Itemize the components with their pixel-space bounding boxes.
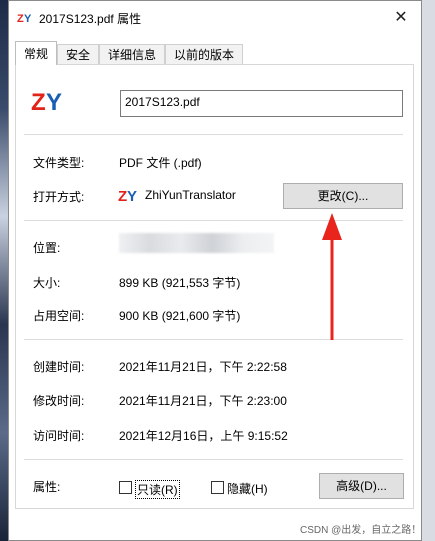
file-type-value: PDF 文件 (.pdf)	[119, 156, 202, 170]
properties-dialog: Z Y 2017S123.pdf 属性 ✕ 常规 安全 详细信息 以前的版本 Z…	[8, 0, 422, 541]
tab-general[interactable]: 常规	[15, 41, 58, 65]
location-label: 位置:	[33, 241, 61, 255]
open-with-label: 打开方式:	[33, 190, 85, 204]
tab-strip: 常规 安全 详细信息 以前的版本	[15, 41, 244, 65]
watermark-text: CSDN @出发，自立之路！	[300, 525, 422, 536]
change-button[interactable]: 更改(C)...	[283, 183, 403, 209]
modified-value: 2021年11月21日，下午 2:23:00	[119, 394, 287, 408]
advanced-button[interactable]: 高级(D)...	[319, 473, 404, 499]
svg-text:Z: Z	[118, 188, 127, 203]
file-type-label: 文件类型:	[33, 156, 85, 170]
svg-text:Y: Y	[24, 13, 32, 25]
file-type-icon: Z Y	[31, 89, 62, 114]
background-desktop-right	[421, 0, 435, 541]
readonly-label[interactable]: 只读(R)	[135, 480, 180, 499]
divider	[24, 339, 403, 340]
readonly-checkbox[interactable]	[119, 481, 132, 494]
hidden-checkbox[interactable]	[211, 481, 224, 494]
tab-details[interactable]: 详细信息	[99, 44, 166, 65]
size-on-disk-label: 占用空间:	[33, 309, 85, 323]
zy-app-icon: Z Y	[17, 9, 33, 25]
svg-text:Z: Z	[17, 13, 24, 25]
hidden-label[interactable]: 隐藏(H)	[227, 480, 268, 497]
created-label: 创建时间:	[33, 360, 85, 374]
close-icon: ✕	[394, 9, 408, 26]
modified-label: 修改时间:	[33, 394, 85, 408]
divider	[24, 220, 403, 221]
divider	[24, 134, 403, 135]
svg-text:Z: Z	[31, 89, 46, 114]
location-value-redacted	[119, 233, 274, 253]
attributes-label: 属性:	[33, 480, 61, 494]
svg-text:Y: Y	[127, 188, 137, 203]
size-on-disk-value: 900 KB (921,600 字节)	[119, 309, 241, 323]
filename-input[interactable]: 2017S123.pdf	[120, 90, 403, 117]
close-button[interactable]: ✕	[381, 1, 421, 33]
svg-text:Y: Y	[46, 89, 62, 114]
accessed-value: 2021年12月16日，上午 9:15:52	[119, 429, 288, 443]
window-title: 2017S123.pdf 属性	[39, 12, 142, 26]
created-value: 2021年11月21日，下午 2:22:58	[119, 360, 287, 374]
open-with-app-name: ZhiYunTranslator	[145, 188, 236, 202]
divider	[24, 459, 403, 460]
size-label: 大小:	[33, 276, 61, 290]
tab-security[interactable]: 安全	[57, 44, 100, 65]
zy-app-icon: Z Y	[118, 188, 137, 203]
tab-previous-versions[interactable]: 以前的版本	[165, 44, 244, 65]
title-bar: Z Y 2017S123.pdf 属性 ✕	[9, 1, 421, 33]
size-value: 899 KB (921,553 字节)	[119, 276, 241, 290]
accessed-label: 访问时间:	[33, 429, 85, 443]
